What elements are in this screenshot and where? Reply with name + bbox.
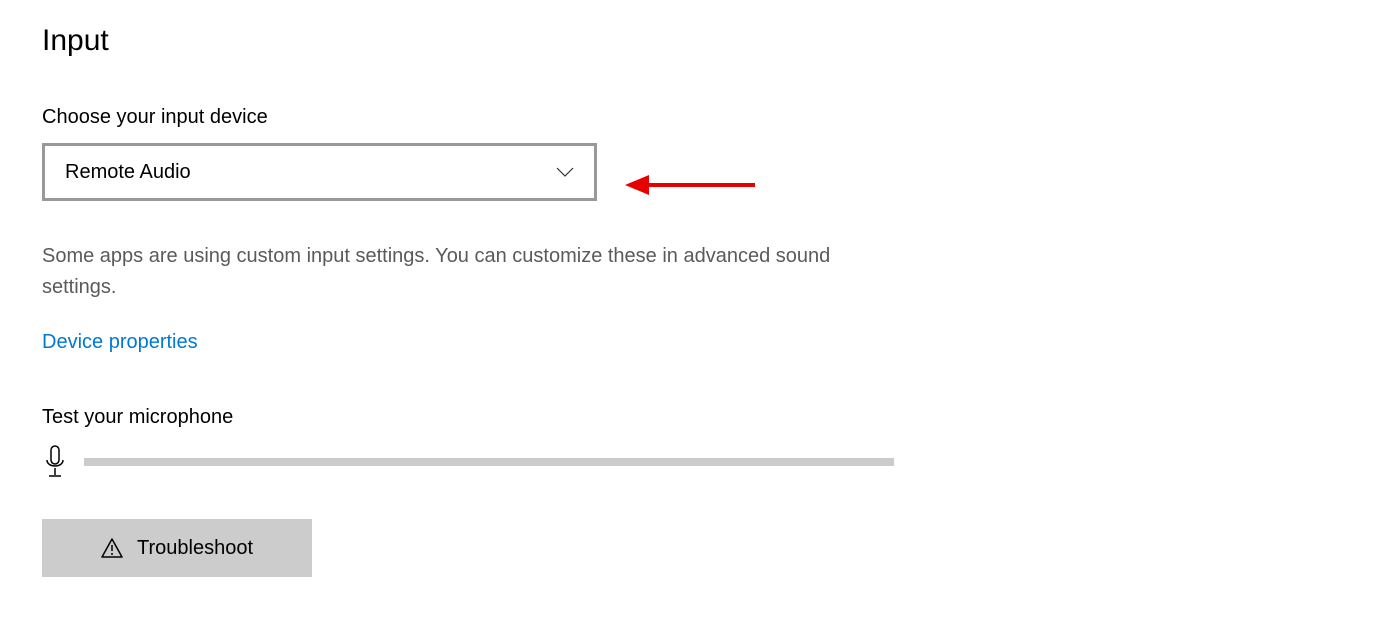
device-properties-link[interactable]: Device properties — [42, 331, 198, 354]
microphone-level-row — [42, 445, 1338, 479]
troubleshoot-label: Troubleshoot — [137, 537, 253, 560]
input-device-label: Choose your input device — [42, 106, 1338, 129]
input-device-selected: Remote Audio — [65, 161, 191, 184]
troubleshoot-button[interactable]: Troubleshoot — [42, 519, 312, 577]
input-device-dropdown[interactable]: Remote Audio — [42, 143, 597, 201]
chevron-down-icon — [556, 167, 574, 177]
warning-icon — [101, 538, 123, 558]
microphone-level-bar — [84, 458, 894, 466]
microphone-icon — [42, 445, 68, 479]
annotation-arrow-icon — [625, 170, 755, 200]
section-title: Input — [42, 24, 1338, 58]
test-microphone-label: Test your microphone — [42, 406, 1338, 429]
input-settings-description: Some apps are using custom input setting… — [42, 241, 832, 303]
